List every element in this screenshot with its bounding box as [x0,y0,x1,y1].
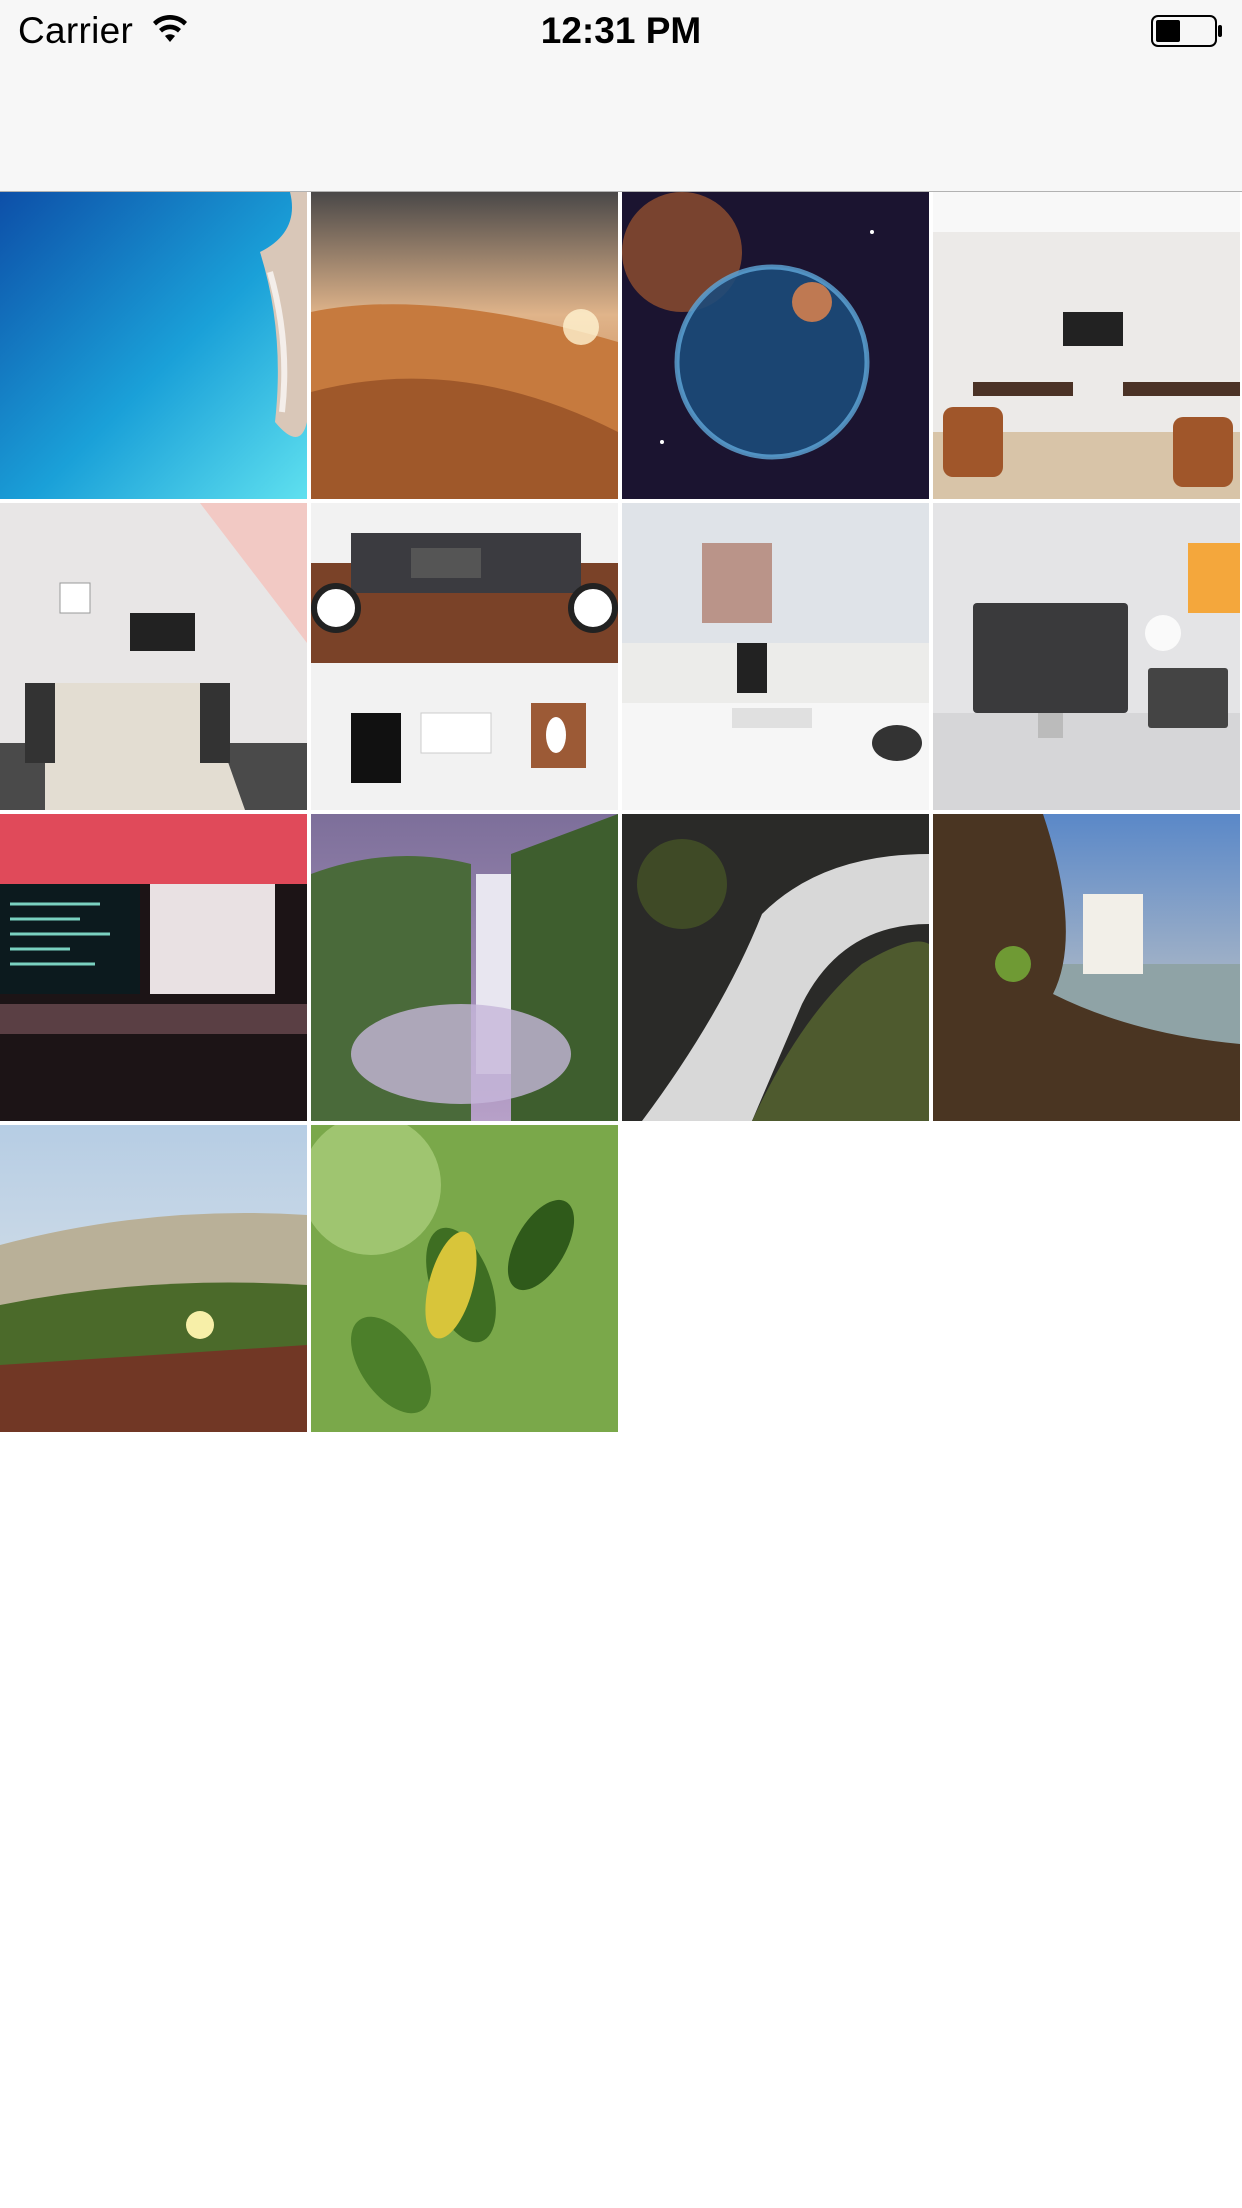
office-meeting-room-photo[interactable] [933,192,1240,499]
green-leaves-photo[interactable] [311,1125,618,1432]
navigation-bar [0,62,1242,192]
beach-flower-photo[interactable] [0,1125,307,1432]
bubble-nebula-photo[interactable] [622,192,929,499]
conference-room-photo[interactable] [0,503,307,810]
computer-monitor-desk-photo[interactable] [622,503,929,810]
waterfall-cliff-photo[interactable] [311,814,618,1121]
battery-icon [1151,15,1222,47]
desert-dune-photo[interactable] [311,192,618,499]
waterfall-mossy-rocks-photo[interactable] [933,814,1240,1121]
status-bar: Carrier 12:31 PM [0,0,1242,62]
dual-monitor-code-photo[interactable] [0,814,307,1121]
imac-desk-photo[interactable] [933,503,1240,810]
status-time: 12:31 PM [540,10,702,51]
desk-flatlay-photo[interactable] [311,503,618,810]
waterfall-rocks-photo[interactable] [622,814,929,1121]
ocean-coast-photo[interactable] [0,192,307,499]
